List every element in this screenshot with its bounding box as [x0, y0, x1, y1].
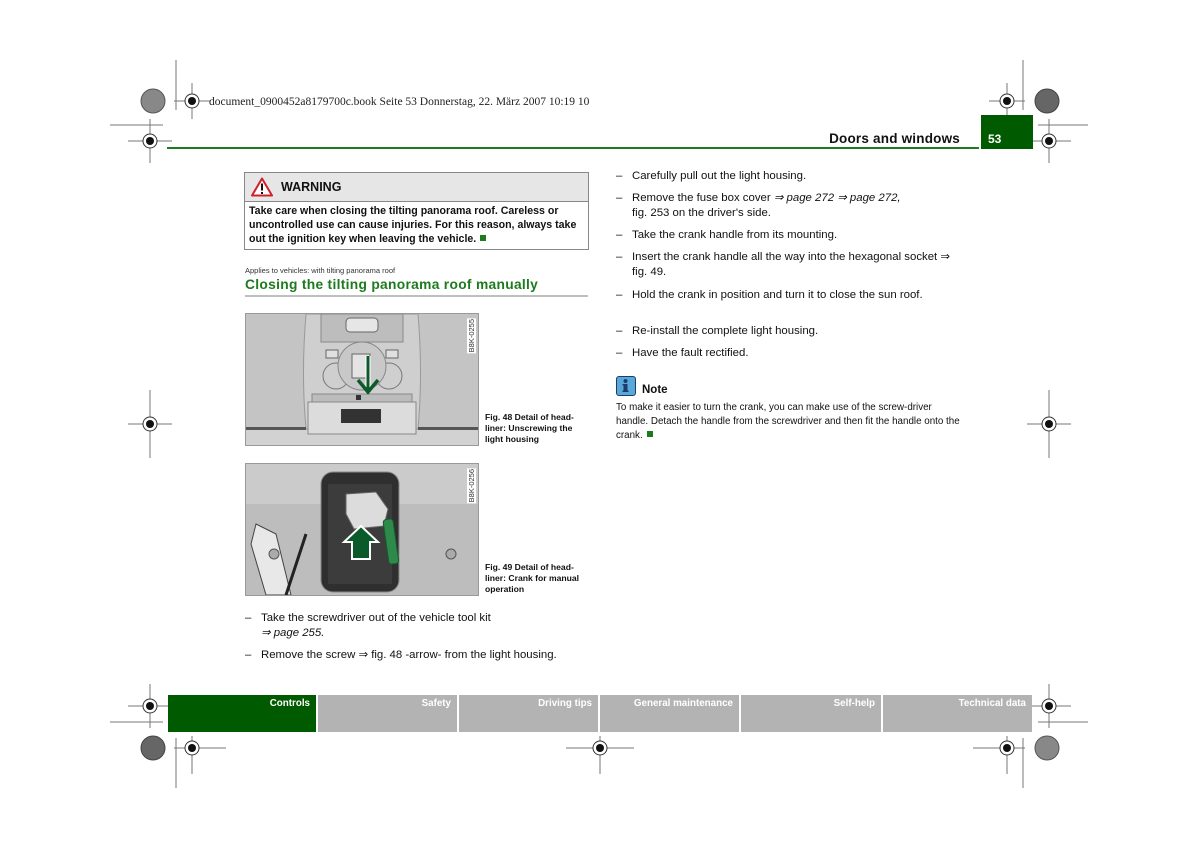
- warning-triangle-icon: [251, 177, 273, 197]
- note-body: To make it easier to turn the crank, you…: [616, 401, 966, 443]
- warning-body: Take care when closing the tilting panor…: [245, 202, 588, 249]
- warning-title: WARNING: [281, 180, 342, 194]
- warning-header: WARNING: [245, 173, 588, 202]
- figure-49-caption: Fig. 49 Detail of head-liner: Crank for …: [485, 562, 580, 594]
- headliner-illustration: [246, 314, 478, 445]
- tab-self-help[interactable]: Self-help: [741, 695, 883, 732]
- step-item: – Take the screwdriver out of the vehicl…: [245, 612, 491, 639]
- section-heading: Closing the tilting panorama roof manual…: [245, 277, 588, 297]
- step-item: – Remove the screw ⇒ fig. 48 -arrow- fro…: [245, 649, 557, 661]
- step-item: – Remove the fuse box cover ⇒ page 272 ⇒…: [616, 192, 901, 219]
- step-item: – Carefully pull out the light housing.: [616, 170, 807, 182]
- warning-box: WARNING Take care when closing the tilti…: [244, 172, 589, 250]
- tab-driving-tips[interactable]: Driving tips: [459, 695, 600, 732]
- page-link[interactable]: ⇒ page 255.: [261, 627, 324, 639]
- tab-technical-data[interactable]: Technical data: [883, 695, 1032, 732]
- figure-49-image: B8K-0256: [245, 463, 479, 596]
- tab-safety[interactable]: Safety: [318, 695, 459, 732]
- info-icon: [616, 376, 636, 396]
- chapter-tabs: Controls Safety Driving tips General mai…: [168, 695, 1032, 732]
- note-title: Note: [642, 384, 668, 396]
- header-rule: [167, 147, 979, 149]
- applies-to: Applies to vehicles: with tilting panora…: [245, 266, 396, 275]
- print-info: document_0900452a8179700c.book Seite 53 …: [209, 96, 590, 108]
- warning-text: Take care when closing the tilting panor…: [249, 205, 577, 245]
- step-item: – Insert the crank handle all the way in…: [616, 251, 950, 278]
- step-item: – Re-install the complete light housing.: [616, 325, 819, 337]
- tab-controls[interactable]: Controls: [168, 695, 318, 732]
- step-item: – Hold the crank in position and turn it…: [616, 289, 923, 301]
- end-square-icon: [480, 235, 487, 241]
- page-link[interactable]: ⇒ page 272 ⇒ page 272,: [774, 192, 901, 204]
- end-square-icon: [646, 431, 653, 437]
- figure-code: B8K-0256: [467, 468, 476, 504]
- step-item: – Have the fault rectified.: [616, 347, 749, 359]
- page-number: 53: [988, 132, 1002, 146]
- note-header: Note: [616, 376, 668, 396]
- figure-48-image: B8K-0255: [245, 313, 479, 446]
- figure-48-caption: Fig. 48 Detail of head-liner: Unscrewing…: [485, 412, 574, 444]
- tab-general-maintenance[interactable]: General maintenance: [600, 695, 741, 732]
- figure-code: B8K-0255: [467, 318, 476, 354]
- section-title: Doors and windows: [829, 131, 960, 146]
- step-item: – Take the crank handle from its mountin…: [616, 229, 838, 241]
- note-text: To make it easier to turn the crank, you…: [616, 402, 960, 441]
- crank-illustration: [246, 464, 478, 595]
